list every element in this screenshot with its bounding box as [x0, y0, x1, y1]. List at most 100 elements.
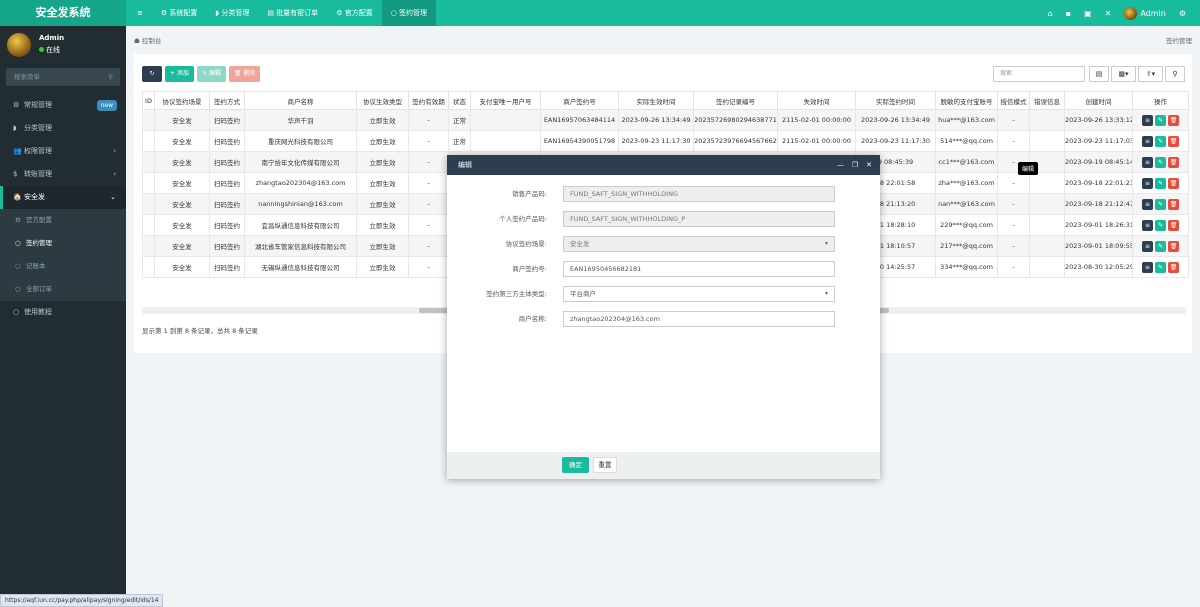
trash-icon[interactable]: ▪ [1066, 9, 1071, 18]
column-header[interactable]: 协议生效类型 [356, 91, 409, 110]
status-label: 在线 [46, 46, 60, 54]
menu-icon: ≡ [137, 9, 143, 17]
column-header[interactable]: 错误信息 [1029, 91, 1065, 110]
maximize-icon[interactable]: ❐ [852, 155, 858, 175]
table-cell: 扫码签约 [209, 151, 245, 173]
edit-icon[interactable]: ✎ [1155, 135, 1166, 147]
sidebar-toggle-button[interactable]: ≡ [128, 0, 152, 26]
edit-icon[interactable]: ✎ [1155, 177, 1166, 189]
column-header[interactable]: 实际签约时间 [855, 91, 936, 110]
search-icon[interactable]: ⚲ [108, 68, 113, 86]
detail-icon[interactable]: ≡ [1142, 177, 1153, 189]
tab-category[interactable]: ◗ 分类管理 [206, 0, 258, 26]
column-header[interactable]: 状态 [448, 91, 471, 110]
delete-icon[interactable]: 🗑 [1168, 135, 1179, 147]
detail-icon[interactable]: ≡ [1142, 114, 1153, 126]
sidebar-item-transfer[interactable]: $ 转账管理 ‹ [0, 163, 126, 186]
column-header[interactable]: 商户名称 [244, 91, 357, 110]
menu-search-input[interactable]: 搜索菜单 ⚲ [6, 68, 120, 86]
table-row[interactable]: 安全发 扫码签约 重庆网光科技有限公司 立即生效 - 正常 EAN1695439005179… [142, 130, 1189, 152]
delete-icon[interactable]: 🗑 [1168, 219, 1179, 231]
sidebar-item-auth[interactable]: 👥 权限管理 ‹ [0, 140, 126, 163]
text-field[interactable]: EAN16950456682181 [563, 261, 835, 277]
fullscreen-icon[interactable]: ✕ [1105, 9, 1112, 18]
delete-icon[interactable]: 🗑 [1168, 156, 1179, 168]
user-menu[interactable]: Admin [1124, 6, 1166, 20]
brand-logo[interactable]: 安全发系统 [0, 0, 126, 26]
language-icon[interactable]: ▣ [1084, 9, 1092, 18]
delete-icon[interactable]: 🗑 [1168, 261, 1179, 273]
edit-icon[interactable]: ✎ [1155, 156, 1166, 168]
toggle-view-button[interactable]: ▤ [1089, 66, 1109, 82]
column-header[interactable]: 协议签约场景 [154, 91, 210, 110]
table-cell: - [997, 172, 1030, 194]
delete-icon[interactable]: 🗑 [1168, 114, 1179, 126]
tab-batch-order[interactable]: ▤ 批量有密订单 [258, 0, 327, 26]
search-button[interactable]: ⚲ [1165, 66, 1185, 82]
text-field: FUND_SAFT_SIGN_WITHHOLDING_P [563, 211, 835, 227]
edit-icon[interactable]: ✎ [1155, 240, 1166, 252]
table-search-input[interactable]: 搜索 [993, 66, 1085, 82]
table-cell [142, 256, 155, 278]
field-label: 商户名称: [518, 315, 547, 323]
table-row[interactable]: 安全发 扫码签约 华声千羽 立即生效 - 正常 EAN16957063484114 2023-… [142, 109, 1189, 131]
edit-icon[interactable]: ✎ [1155, 198, 1166, 210]
detail-icon[interactable]: ≡ [1142, 240, 1153, 252]
tab-official-config[interactable]: ⚙ 官方配置 [327, 0, 382, 26]
sidebar-item-category[interactable]: ◗ 分类管理 [0, 117, 126, 140]
column-header[interactable]: 授信模式 [997, 91, 1030, 110]
column-header[interactable]: 商户签约号 [540, 91, 619, 110]
column-header[interactable]: 签约方式 [209, 91, 245, 110]
table-cell: 20235726980294638771 [693, 109, 778, 131]
add-button[interactable]: + 添加 [165, 66, 194, 82]
sidebar-item-ledger[interactable]: ○ 记账本 [0, 255, 126, 278]
confirm-button[interactable]: 确定 [562, 457, 589, 473]
edit-icon[interactable]: ✎ [1155, 261, 1166, 273]
edit-icon[interactable]: ✎ [1155, 219, 1166, 231]
column-header[interactable]: 签约有效期 [408, 91, 449, 110]
column-header[interactable]: 签约记录编号 [693, 91, 778, 110]
edit-icon[interactable]: ✎ [1155, 114, 1166, 126]
columns-button[interactable]: ▦▾ [1111, 66, 1136, 82]
text-field[interactable]: zhangtao202304@163.com [563, 311, 835, 327]
home-icon[interactable]: ⌂ [1048, 9, 1053, 18]
table-cell: - [997, 130, 1030, 152]
edit-button[interactable]: ✎ 编辑 [196, 66, 226, 82]
delete-icon[interactable]: 🗑 [1168, 198, 1179, 210]
edit-tooltip: 编辑 [1018, 162, 1039, 175]
close-icon[interactable]: ✕ [866, 155, 872, 175]
detail-icon[interactable]: ≡ [1142, 156, 1153, 168]
tab-system-config[interactable]: ⚙ 系统配置 [152, 0, 207, 26]
detail-icon[interactable]: ≡ [1142, 261, 1153, 273]
export-button[interactable]: ⇪▾ [1138, 66, 1163, 82]
minimize-icon[interactable]: — [837, 155, 844, 175]
refresh-button[interactable]: ↻ [142, 66, 162, 82]
delete-icon[interactable]: 🗑 [1168, 177, 1179, 189]
settings-icon[interactable]: ⚙ [1179, 9, 1186, 18]
breadcrumb[interactable]: ☗ 控制台 [134, 35, 161, 45]
detail-icon[interactable]: ≡ [1142, 198, 1153, 210]
column-header[interactable]: ID [142, 91, 155, 110]
sidebar-item-all-orders[interactable]: ○ 全部订单 [0, 278, 126, 301]
reset-button[interactable]: 重置 [593, 457, 617, 473]
sidebar-item-official-config[interactable]: ⚙ 官方配置 [0, 209, 126, 232]
column-header[interactable]: 操作 [1132, 91, 1189, 110]
detail-icon[interactable]: ≡ [1142, 135, 1153, 147]
table-cell: 华声千羽 [244, 109, 357, 131]
column-header[interactable]: 支付宝唯一用户号 [470, 91, 541, 110]
delete-icon[interactable]: 🗑 [1168, 240, 1179, 252]
column-header[interactable]: 创建时间 [1064, 91, 1133, 110]
leaf-icon: ◗ [215, 9, 220, 17]
tab-sign-manage[interactable]: ○ 签约管理 [381, 0, 437, 26]
sidebar-item-tutorial[interactable]: ○ 使用教程 [0, 301, 126, 324]
column-header[interactable]: 脱敏的支付宝账号 [935, 91, 998, 110]
column-header[interactable]: 失效时间 [777, 91, 856, 110]
sidebar-item-general[interactable]: ⚙ 常规管理 new [0, 94, 126, 117]
sidebar-item-anquanfa[interactable]: 🏠 安全发 ⌄ [0, 186, 126, 209]
delete-button[interactable]: 🗑 删除 [228, 66, 261, 82]
select-field[interactable]: 平台商户 ▾ [563, 286, 835, 302]
table-cell: 扫码签约 [209, 256, 245, 278]
detail-icon[interactable]: ≡ [1142, 219, 1153, 231]
sidebar-item-sign-manage[interactable]: ○ 签约管理 [0, 232, 126, 255]
column-header[interactable]: 实际生效时间 [618, 91, 694, 110]
